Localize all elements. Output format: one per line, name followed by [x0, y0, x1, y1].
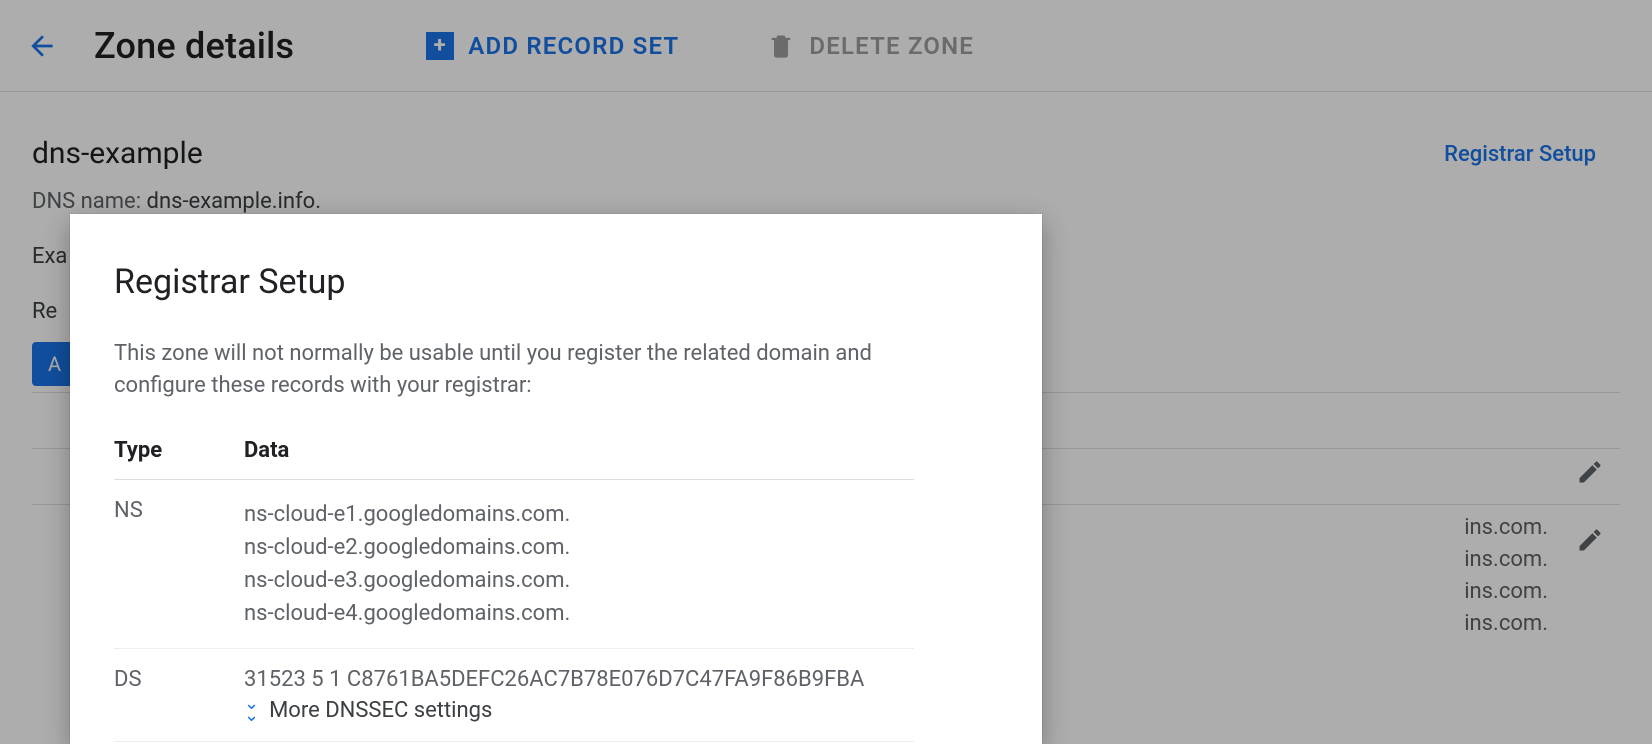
ns-value: ns-cloud-e4.googledomains.com. — [244, 597, 914, 630]
more-dnssec-settings[interactable]: ⌄⌄ More DNSSEC settings — [244, 698, 914, 723]
edit-icon[interactable] — [1576, 458, 1604, 490]
ns-value: ns-cloud-e1.googledomains.com. — [244, 498, 914, 531]
toolbar: Zone details ADD RECORD SET DELETE ZONE — [0, 0, 1652, 92]
chevron-double-down-icon: ⌄⌄ — [244, 698, 259, 723]
ns-value-partial: ins.com. — [1464, 512, 1548, 544]
ns-value: ns-cloud-e3.googledomains.com. — [244, 564, 914, 597]
ns-value-partial: ins.com. — [1464, 608, 1548, 640]
ns-values: ns-cloud-e1.googledomains.com. ns-cloud-… — [244, 498, 914, 630]
record-type: DS — [114, 648, 244, 741]
table-row: DS 31523 5 1 C8761BA5DEFC26AC7B78E076D7C… — [114, 648, 914, 741]
more-dnssec-label: More DNSSEC settings — [269, 698, 492, 723]
dns-name-value: dns-example.info. — [147, 189, 322, 214]
dns-name-label: DNS name: — [32, 189, 141, 214]
registrar-setup-link[interactable]: Registrar Setup — [1444, 142, 1596, 167]
add-box-icon — [426, 32, 454, 60]
back-arrow-icon[interactable] — [18, 22, 66, 70]
add-record-set-button[interactable]: ADD RECORD SET — [414, 24, 691, 68]
zone-name: dns-example — [32, 136, 203, 171]
registrar-setup-dialog: Registrar Setup This zone will not norma… — [70, 214, 1042, 744]
ns-values-partial: ins.com. ins.com. ins.com. ins.com. — [1464, 512, 1548, 640]
table-row: NS ns-cloud-e1.googledomains.com. ns-clo… — [114, 479, 914, 648]
edit-icon[interactable] — [1576, 526, 1604, 558]
delete-zone-button[interactable]: DELETE ZONE — [755, 24, 986, 68]
dns-name-row: DNS name: dns-example.info. — [32, 189, 1620, 214]
col-data: Data — [244, 438, 914, 480]
page-title: Zone details — [94, 25, 294, 67]
dialog-description: This zone will not normally be usable un… — [114, 338, 944, 402]
delete-zone-label: DELETE ZONE — [809, 32, 974, 60]
ns-value-partial: ins.com. — [1464, 576, 1548, 608]
record-type: NS — [114, 479, 244, 648]
col-type: Type — [114, 438, 244, 480]
add-record-set-label: ADD RECORD SET — [468, 32, 679, 60]
ns-value: ns-cloud-e2.googledomains.com. — [244, 531, 914, 564]
dialog-title: Registrar Setup — [114, 262, 998, 302]
registrar-records-table: Type Data NS ns-cloud-e1.googledomains.c… — [114, 438, 914, 742]
ds-value: 31523 5 1 C8761BA5DEFC26AC7B78E076D7C47F… — [244, 667, 914, 692]
ns-value-partial: ins.com. — [1464, 544, 1548, 576]
row-edit-column — [1576, 458, 1604, 558]
trash-icon — [767, 32, 795, 60]
